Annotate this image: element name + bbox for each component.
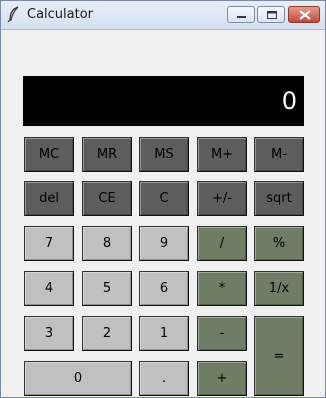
divide-button[interactable]: / <box>197 226 247 261</box>
close-button[interactable] <box>288 6 320 23</box>
add-button[interactable]: + <box>197 361 247 396</box>
digit-3-button[interactable]: 3 <box>24 316 74 351</box>
clear-button[interactable]: C <box>139 181 189 216</box>
digit-6-button[interactable]: 6 <box>139 271 189 306</box>
window-title: Calculator <box>27 7 94 22</box>
digit-5-button[interactable]: 5 <box>82 271 132 306</box>
digit-9-button[interactable]: 9 <box>139 226 189 261</box>
digit-0-button[interactable]: 0 <box>24 361 132 396</box>
digit-1-button[interactable]: 1 <box>139 316 189 351</box>
equals-button[interactable]: = <box>254 316 304 396</box>
maximize-icon <box>267 11 277 19</box>
percent-button[interactable]: % <box>254 226 304 261</box>
feather-icon <box>7 6 19 22</box>
sign-toggle-button[interactable]: +/- <box>197 181 247 216</box>
reciprocal-button[interactable]: 1/x <box>254 271 304 306</box>
digit-2-button[interactable]: 2 <box>82 316 132 351</box>
memory-clear-button[interactable]: MC <box>24 137 74 172</box>
minimize-icon <box>237 16 246 18</box>
memory-subtract-button[interactable]: M- <box>254 137 304 172</box>
minimize-button[interactable] <box>227 6 255 23</box>
display-screen: 0 <box>23 76 304 126</box>
calculator-window: Calculator 0 MC MR MS M+ M- del CE C +/-… <box>0 0 326 398</box>
close-icon <box>299 10 311 20</box>
maximize-button[interactable] <box>257 6 285 23</box>
delete-button[interactable]: del <box>24 181 74 216</box>
clear-entry-button[interactable]: CE <box>82 181 132 216</box>
title-bar[interactable]: Calculator <box>1 1 325 30</box>
square-root-button[interactable]: sqrt <box>254 181 304 216</box>
memory-add-button[interactable]: M+ <box>197 137 247 172</box>
display-value: 0 <box>281 87 297 115</box>
digit-7-button[interactable]: 7 <box>24 226 74 261</box>
subtract-button[interactable]: - <box>197 316 247 351</box>
memory-store-button[interactable]: MS <box>139 137 189 172</box>
digit-8-button[interactable]: 8 <box>82 226 132 261</box>
multiply-button[interactable]: * <box>197 271 247 306</box>
decimal-point-button[interactable]: . <box>139 361 189 396</box>
memory-recall-button[interactable]: MR <box>82 137 132 172</box>
digit-4-button[interactable]: 4 <box>24 271 74 306</box>
